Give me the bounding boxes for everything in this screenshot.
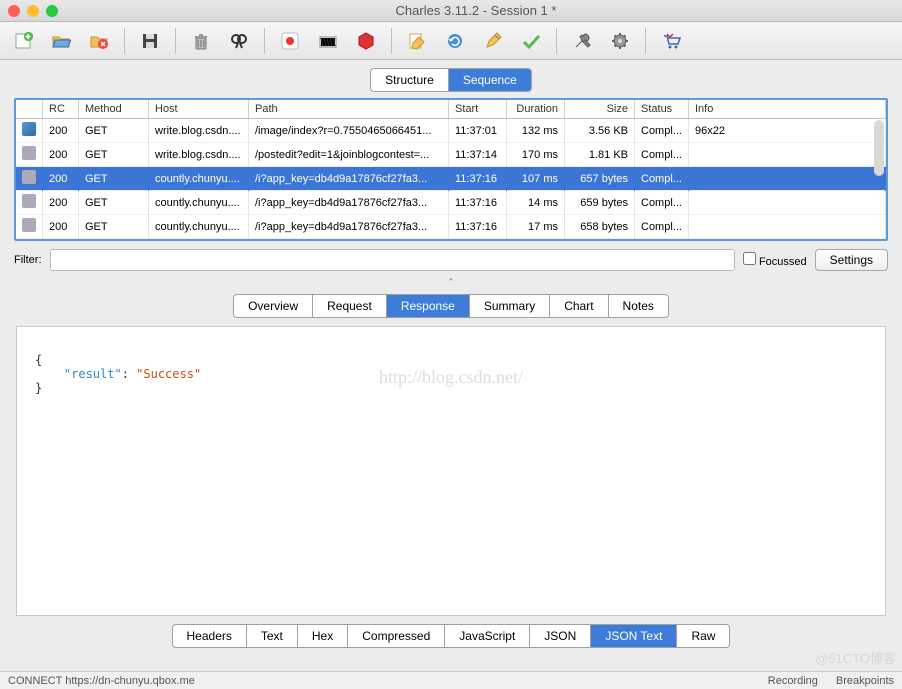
col-start[interactable]: Start bbox=[449, 100, 507, 119]
col-rc[interactable]: RC bbox=[43, 100, 79, 119]
tab-request[interactable]: Request bbox=[313, 295, 387, 317]
filter-settings-button[interactable]: Settings bbox=[815, 249, 888, 271]
row-type-icon bbox=[22, 122, 36, 136]
clear-button[interactable] bbox=[184, 27, 218, 55]
body-view-tabs: HeadersTextHexCompressedJavaScriptJSONJS… bbox=[14, 616, 888, 656]
col-host[interactable]: Host bbox=[149, 100, 249, 119]
tab-overview[interactable]: Overview bbox=[234, 295, 313, 317]
minimize-window-icon[interactable] bbox=[27, 5, 39, 17]
main-toolbar bbox=[0, 22, 902, 60]
new-session-button[interactable] bbox=[6, 27, 40, 55]
bodytab-text[interactable]: Text bbox=[247, 625, 298, 647]
settings-button[interactable] bbox=[603, 27, 637, 55]
edit-button[interactable] bbox=[476, 27, 510, 55]
window-controls bbox=[8, 5, 58, 17]
col-status[interactable]: Status bbox=[635, 100, 689, 119]
tab-chart[interactable]: Chart bbox=[550, 295, 608, 317]
filter-input[interactable] bbox=[50, 249, 735, 271]
tab-response[interactable]: Response bbox=[387, 295, 470, 317]
validate-button[interactable] bbox=[514, 27, 548, 55]
col-duration[interactable]: Duration bbox=[507, 100, 565, 119]
tools-button[interactable] bbox=[565, 27, 599, 55]
splitter-handle[interactable]: ⌃ bbox=[14, 275, 888, 290]
compose-button[interactable] bbox=[400, 27, 434, 55]
table-row[interactable]: 200 GET countly.chunyu.... /i?app_key=db… bbox=[16, 191, 886, 215]
breakpoints-button[interactable] bbox=[349, 27, 383, 55]
repeat-button[interactable] bbox=[438, 27, 472, 55]
find-button[interactable] bbox=[222, 27, 256, 55]
throttle-button[interactable] bbox=[311, 27, 345, 55]
purchase-button[interactable] bbox=[654, 27, 688, 55]
table-row[interactable]: 200 GET countly.chunyu.... /i?app_key=db… bbox=[16, 167, 886, 191]
bodytab-headers[interactable]: Headers bbox=[173, 625, 247, 647]
status-breakpoints: Breakpoints bbox=[836, 675, 894, 687]
col-method[interactable]: Method bbox=[79, 100, 149, 119]
json-key: "result" bbox=[64, 367, 122, 381]
tab-summary[interactable]: Summary bbox=[470, 295, 550, 317]
table-header-row: RC Method Host Path Start Duration Size … bbox=[16, 100, 886, 119]
bodytab-compressed[interactable]: Compressed bbox=[348, 625, 445, 647]
table-row[interactable]: 200 GET countly.chunyu.... /i?app_key=db… bbox=[16, 215, 886, 239]
status-bar: CONNECT https://dn-chunyu.qbox.me Record… bbox=[0, 671, 902, 689]
bodytab-raw[interactable]: Raw bbox=[677, 625, 729, 647]
titlebar: Charles 3.11.2 - Session 1 * bbox=[0, 0, 902, 22]
row-type-icon bbox=[22, 170, 36, 184]
record-button[interactable] bbox=[273, 27, 307, 55]
col-info[interactable]: Info bbox=[688, 100, 885, 119]
col-size[interactable]: Size bbox=[565, 100, 635, 119]
close-window-icon[interactable] bbox=[8, 5, 20, 17]
close-session-button[interactable] bbox=[82, 27, 116, 55]
save-button[interactable] bbox=[133, 27, 167, 55]
request-table[interactable]: RC Method Host Path Start Duration Size … bbox=[14, 98, 888, 241]
filter-label: Filter: bbox=[14, 254, 42, 266]
status-recording: Recording bbox=[768, 675, 818, 687]
bodytab-hex[interactable]: Hex bbox=[298, 625, 348, 647]
json-value: "Success" bbox=[136, 367, 201, 381]
window-title: Charles 3.11.2 - Session 1 * bbox=[58, 3, 894, 18]
watermark-text: http://blog.csdn.net/ bbox=[379, 367, 523, 388]
zoom-window-icon[interactable] bbox=[46, 5, 58, 17]
row-type-icon bbox=[22, 194, 36, 208]
open-button[interactable] bbox=[44, 27, 78, 55]
focussed-checkbox[interactable]: Focussed bbox=[743, 252, 807, 268]
tab-notes[interactable]: Notes bbox=[609, 295, 668, 317]
table-row[interactable]: 200 GET write.blog.csdn.... /postedit?ed… bbox=[16, 143, 886, 167]
tab-sequence[interactable]: Sequence bbox=[449, 69, 531, 91]
scrollbar-thumb[interactable] bbox=[874, 120, 884, 176]
bodytab-json-text[interactable]: JSON Text bbox=[591, 625, 677, 647]
view-mode-tabs: Structure Sequence bbox=[0, 60, 902, 98]
bodytab-json[interactable]: JSON bbox=[530, 625, 591, 647]
table-row[interactable]: 200 GET write.blog.csdn.... /image/index… bbox=[16, 119, 886, 143]
col-path[interactable]: Path bbox=[249, 100, 449, 119]
status-left: CONNECT https://dn-chunyu.qbox.me bbox=[8, 675, 195, 687]
filter-bar: Filter: Focussed Settings bbox=[14, 241, 888, 275]
tab-structure[interactable]: Structure bbox=[371, 69, 449, 91]
row-type-icon bbox=[22, 218, 36, 232]
detail-tabs: OverviewRequestResponseSummaryChartNotes bbox=[14, 290, 888, 326]
response-body-pane[interactable]: { "result": "Success" } http://blog.csdn… bbox=[16, 326, 886, 616]
bodytab-javascript[interactable]: JavaScript bbox=[445, 625, 530, 647]
row-type-icon bbox=[22, 146, 36, 160]
